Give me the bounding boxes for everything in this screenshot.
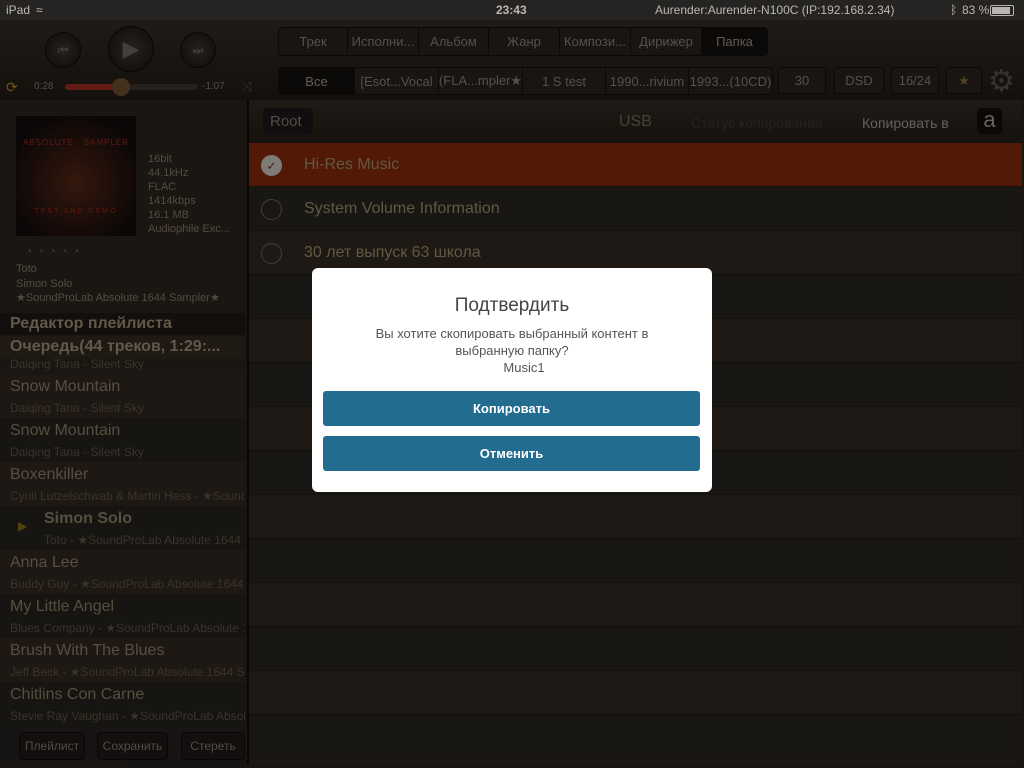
confirm-dialog: Подтвердить Вы хотите скопировать выбран…: [312, 268, 712, 492]
cancel-button[interactable]: Отменить: [323, 436, 700, 471]
message-line: выбранную папку?: [455, 343, 569, 358]
dialog-title: Подтвердить: [454, 295, 570, 316]
message-line: Вы хотите скопировать выбранный контент …: [375, 326, 649, 341]
copy-confirm-button[interactable]: Копировать: [323, 391, 700, 426]
target-folder: Music1: [503, 360, 545, 375]
dialog-message: Вы хотите скопировать выбранный контент …: [312, 325, 712, 376]
